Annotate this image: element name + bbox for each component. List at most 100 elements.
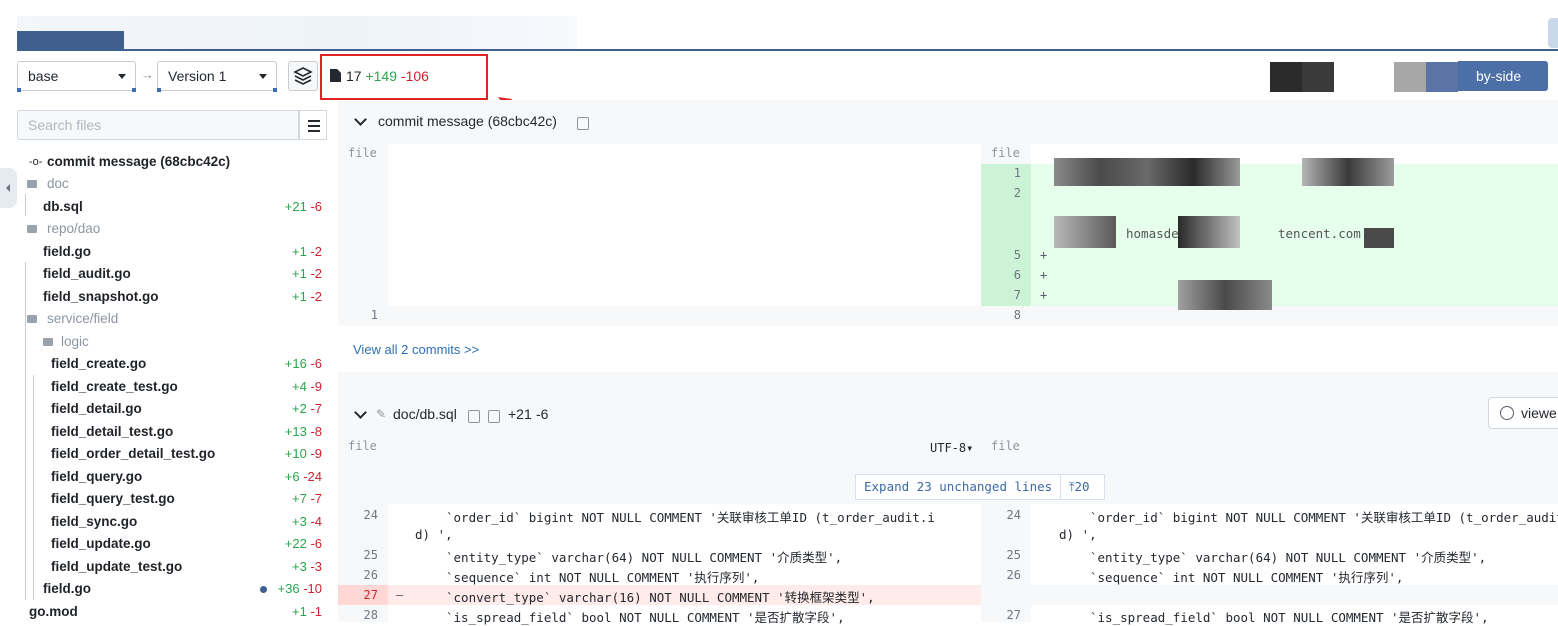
blurred-control[interactable] — [1394, 62, 1426, 92]
sidebar-item-label: doc — [47, 176, 69, 191]
blurred-control[interactable] — [1426, 62, 1458, 92]
list-view-button[interactable] — [299, 110, 327, 140]
version-select[interactable]: Version 1 — [157, 61, 277, 91]
copy-icon[interactable] — [468, 410, 480, 423]
sidebar-folder[interactable]: doc — [17, 173, 327, 195]
sidebar-folder[interactable]: repo/dao — [17, 218, 327, 240]
file-panel-header: ✎ doc/db.sql +21 -6 — [338, 393, 1558, 437]
view-file-icon[interactable] — [488, 410, 500, 423]
deletions-count: -6 — [306, 356, 322, 371]
base-select[interactable]: base — [17, 61, 136, 91]
blurred-control[interactable] — [1270, 62, 1302, 92]
sidebar-file[interactable]: field_create.go +16 -6 — [17, 353, 327, 375]
change-count: +13 -8 — [285, 421, 322, 443]
expand-up-icon[interactable]: ⤒20 — [1069, 475, 1090, 499]
header-right-icon[interactable] — [1548, 18, 1558, 48]
sidebar-item-label: field.go — [43, 581, 91, 596]
sidebar-item-label: field_detail.go — [51, 401, 142, 416]
additions-count: +1 — [292, 243, 307, 259]
sidebar-file[interactable]: field_audit.go +1 -2 — [17, 263, 327, 285]
change-count: +1 -2 — [292, 241, 322, 263]
sidebar-item-label: go.mod — [29, 603, 78, 619]
additions-count: +10 — [284, 446, 307, 461]
change-count: +3 -3 — [292, 556, 322, 578]
additions-count: +16 — [284, 356, 307, 371]
sidebar-file[interactable]: field_update_test.go +3 -3 — [17, 556, 327, 578]
sidebar-item-commit-message[interactable]: -o- commit message (68cbc42c) — [17, 151, 327, 173]
list-icon-bar — [308, 125, 320, 127]
commit-panel-title: commit message (68cbc42c) — [378, 113, 557, 129]
radio-icon — [1500, 406, 1514, 420]
sidebar-file[interactable]: field.go +36 -10 — [17, 578, 327, 600]
blurred-content — [1178, 280, 1272, 310]
sidebar-file[interactable]: field_update.go +22 -6 — [17, 533, 327, 555]
header-divider — [17, 49, 1558, 51]
select-corner-mark — [273, 88, 277, 92]
right-file-header: file — [991, 439, 1020, 453]
deletions-count: -2 — [306, 243, 322, 259]
line-number: 7 — [1013, 288, 1021, 302]
sidebar-file[interactable]: field_detail.go +2 -7 — [17, 398, 327, 420]
blurred-control[interactable] — [1302, 62, 1334, 92]
sidebar-file[interactable]: go.mod +1 -1 — [17, 601, 327, 623]
change-count: +4 -9 — [292, 376, 322, 398]
sidebar-file[interactable]: field_order_detail_test.go +10 -9 — [17, 443, 327, 465]
plus-marker: + — [1040, 268, 1048, 282]
diff-toolbar: base → Version 1 17 +149 -106 by-side — [0, 58, 1558, 94]
tree-guide-line — [25, 194, 26, 216]
change-count: +6 -24 — [285, 466, 322, 488]
code-line-wrap: d) ', — [1059, 527, 1097, 542]
deletions-count: -9 — [306, 446, 322, 461]
plus-marker: + — [1040, 288, 1048, 302]
viewed-checkbox[interactable]: viewe — [1488, 397, 1558, 429]
code-line: `sequence` int NOT NULL COMMENT '执行序列', — [1090, 570, 1404, 585]
blurred-content — [1302, 158, 1394, 186]
chevron-down-icon[interactable] — [354, 113, 367, 126]
code-line: `entity_type` varchar(64) NOT NULL COMME… — [446, 550, 843, 565]
line-number: 5 — [1013, 248, 1021, 262]
sidebar-file[interactable]: field_detail_test.go +13 -8 — [17, 421, 327, 443]
search-files-input[interactable]: Search files — [17, 110, 299, 140]
right-file-header: file — [991, 146, 1020, 160]
line-number: 28 — [363, 608, 378, 622]
folder-icon — [27, 315, 37, 323]
line-number: 25 — [1006, 548, 1021, 562]
code-line: `is_spread_field` bool NOT NULL COMMENT … — [1090, 610, 1489, 625]
sidebar-folder[interactable]: logic — [17, 331, 327, 353]
change-count: +2 -7 — [292, 398, 322, 420]
blurred-text: tencent.com — [1278, 226, 1361, 241]
chevron-down-icon[interactable] — [354, 406, 367, 419]
sidebar-file[interactable]: field_create_test.go +4 -9 — [17, 376, 327, 398]
sidebar-file[interactable]: db.sql +21 -6 — [17, 196, 327, 218]
arrow-right-icon: → — [141, 67, 154, 82]
expand-divider — [1060, 475, 1061, 499]
additions-count: +1 — [292, 603, 307, 619]
file-sidebar: Search files -o- commit message (68cbc42… — [17, 110, 327, 622]
active-header-tab[interactable] — [17, 31, 124, 50]
sidebar-file[interactable]: field_query.go +6 -24 — [17, 466, 327, 488]
sidebar-file[interactable]: field_sync.go +3 -4 — [17, 511, 327, 533]
tree-guide-line — [25, 262, 26, 330]
deletions-count: -6 — [306, 198, 322, 214]
file-deletions: -6 — [536, 406, 549, 422]
pin-icon[interactable]: ✎ — [376, 407, 386, 421]
sidebar-folder[interactable]: service/field — [17, 308, 327, 330]
view-all-commits-link[interactable]: View all 2 commits >> — [353, 342, 479, 357]
sidebar-item-label: field.go — [43, 243, 91, 259]
commit-footer: View all 2 commits >> — [338, 326, 1558, 372]
copy-icon[interactable] — [577, 117, 589, 130]
encoding-select[interactable]: UTF-8▾ — [930, 441, 973, 455]
commit-icon: -o- — [29, 156, 43, 168]
sidebar-file[interactable]: field_snapshot.go +1 -2 — [17, 286, 327, 308]
commit-diff-body: file file 1 1 2 5 6 7 8 + + + homasdenq … — [338, 144, 1558, 326]
sidebar-collapse-toggle[interactable] — [0, 168, 17, 208]
side-by-side-button[interactable]: by-side — [1458, 61, 1548, 91]
change-count: +1 -2 — [292, 263, 322, 285]
layers-button[interactable] — [288, 61, 318, 91]
sidebar-item-label: field_snapshot.go — [43, 288, 159, 304]
sidebar-file[interactable]: field_query_test.go +7 -7 — [17, 488, 327, 510]
sidebar-file[interactable]: field.go +1 -2 — [17, 241, 327, 263]
sidebar-item-label: field_create.go — [51, 356, 147, 371]
expand-unchanged-button[interactable]: Expand 23 unchanged lines ⤒20 — [855, 474, 1105, 500]
change-count: +21 -6 — [285, 196, 322, 218]
